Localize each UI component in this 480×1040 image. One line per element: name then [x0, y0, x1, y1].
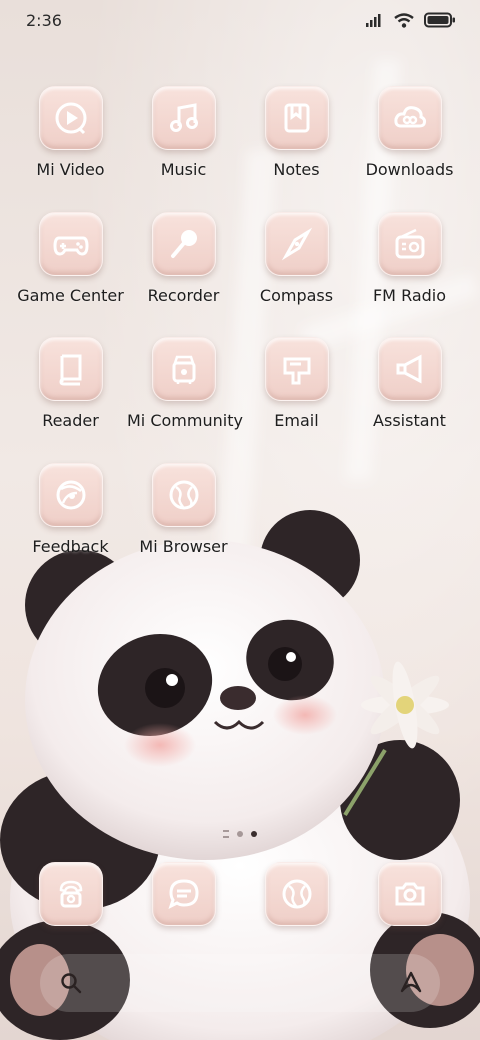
app-label: Reader: [42, 411, 99, 430]
wifi-icon: [394, 12, 414, 28]
app-feedback[interactable]: Feedback: [14, 463, 127, 556]
dock-browser[interactable]: [240, 862, 353, 926]
app-label: Mi Video: [36, 160, 105, 179]
camera-icon: [395, 882, 424, 906]
dock-camera[interactable]: [353, 862, 466, 926]
signal-icon: [366, 14, 381, 27]
notes-icon: [284, 103, 309, 133]
app-label: Notes: [273, 160, 320, 179]
globe-icon: [169, 480, 198, 510]
app-label: Assistant: [373, 411, 446, 430]
app-compass[interactable]: Compass: [240, 212, 353, 305]
page-dot-2-active[interactable]: [251, 831, 257, 837]
dock-phone[interactable]: [14, 862, 127, 926]
app-label: Game Center: [17, 286, 124, 305]
assistant-voice-icon[interactable]: [398, 970, 424, 994]
mailbox-icon: [283, 357, 310, 385]
browser-icon: [282, 879, 311, 909]
app-email[interactable]: Email: [240, 337, 353, 430]
app-downloads[interactable]: Downloads: [353, 86, 466, 179]
app-label: Compass: [259, 286, 334, 305]
app-fm-radio[interactable]: FM Radio: [353, 212, 466, 305]
app-game-center[interactable]: Game Center: [14, 212, 127, 305]
app-label: Music: [160, 160, 207, 179]
app-assistant[interactable]: Assistant: [353, 337, 466, 430]
battery-icon: [424, 12, 455, 28]
app-label: Mi Community: [127, 411, 243, 430]
page-dot-1[interactable]: [237, 831, 243, 837]
status-time: 2:36: [26, 11, 62, 30]
compass-icon: [281, 227, 312, 261]
book-icon: [58, 354, 81, 386]
app-recorder[interactable]: Recorder: [127, 212, 240, 305]
page-indicator-lines: [223, 830, 229, 838]
feedback-icon: [56, 480, 85, 510]
app-reader[interactable]: Reader: [14, 337, 127, 430]
search-icon: [61, 973, 82, 994]
music-note-icon: [169, 103, 198, 132]
app-label: FM Radio: [372, 286, 447, 305]
dock-messages[interactable]: [127, 862, 240, 926]
megaphone-icon: [396, 354, 421, 384]
app-label: Mi Browser: [139, 537, 228, 556]
app-label: Feedback: [32, 537, 109, 556]
phone-icon: [59, 880, 82, 908]
community-icon: [172, 355, 195, 384]
cloud-download-icon: [393, 106, 426, 128]
app-music[interactable]: Music: [127, 86, 240, 179]
gamepad-icon: [52, 236, 89, 256]
app-mi-community[interactable]: Mi Community: [127, 337, 243, 430]
app-label: Recorder: [147, 286, 220, 305]
app-mi-video[interactable]: Mi Video: [14, 86, 127, 179]
app-notes[interactable]: Notes: [240, 86, 353, 179]
status-bar: 2:36: [0, 0, 480, 44]
radio-icon: [395, 228, 424, 259]
search-bar[interactable]: [40, 954, 440, 1012]
play-icon: [55, 102, 86, 135]
app-label: Email: [274, 411, 319, 430]
status-icons: [366, 12, 456, 28]
messages-icon: [167, 879, 199, 909]
app-mi-browser[interactable]: Mi Browser: [127, 463, 240, 556]
page-indicator: [0, 830, 480, 838]
app-label: Downloads: [365, 160, 454, 179]
microphone-icon: [170, 230, 197, 258]
